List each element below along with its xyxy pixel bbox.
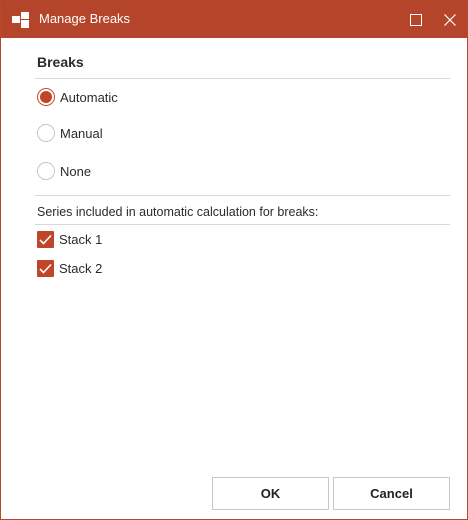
radio-automatic[interactable]: Automatic [37, 86, 118, 108]
checkbox-label: Stack 2 [59, 260, 103, 276]
ok-button[interactable]: OK [212, 477, 329, 510]
radio-label: None [60, 163, 92, 179]
checkbox-stack-1[interactable]: Stack 1 [37, 229, 102, 249]
radio-button[interactable] [37, 162, 55, 180]
checkbox-checked[interactable] [37, 230, 54, 248]
divider [35, 195, 450, 196]
checkbox-label: Stack 1 [59, 231, 103, 247]
radio-button[interactable] [37, 124, 55, 142]
window-title: Manage Breaks [39, 11, 131, 26]
radio-label: Manual [60, 125, 103, 141]
app-logo-icon [12, 12, 29, 28]
radio-button-checked[interactable] [37, 88, 55, 106]
checkmark-icon [39, 263, 52, 274]
maximize-button[interactable] [399, 1, 433, 38]
radio-label: Automatic [60, 89, 118, 105]
close-button[interactable] [433, 1, 467, 38]
radio-none[interactable]: None [37, 160, 91, 182]
title-bar[interactable]: Manage Breaks [1, 1, 467, 38]
cancel-button[interactable]: Cancel [333, 477, 450, 510]
manage-breaks-dialog: Manage Breaks Breaks Automatic Manual No… [0, 0, 468, 520]
checkbox-stack-2[interactable]: Stack 2 [37, 258, 102, 278]
checkbox-checked[interactable] [37, 259, 54, 277]
maximize-icon [410, 13, 422, 26]
close-icon [444, 13, 456, 26]
series-heading: Series included in automatic calculation… [37, 205, 319, 219]
radio-manual[interactable]: Manual [37, 122, 103, 144]
breaks-section-title: Breaks [37, 54, 84, 70]
divider [35, 224, 450, 225]
divider [35, 78, 450, 79]
checkmark-icon [39, 234, 52, 245]
